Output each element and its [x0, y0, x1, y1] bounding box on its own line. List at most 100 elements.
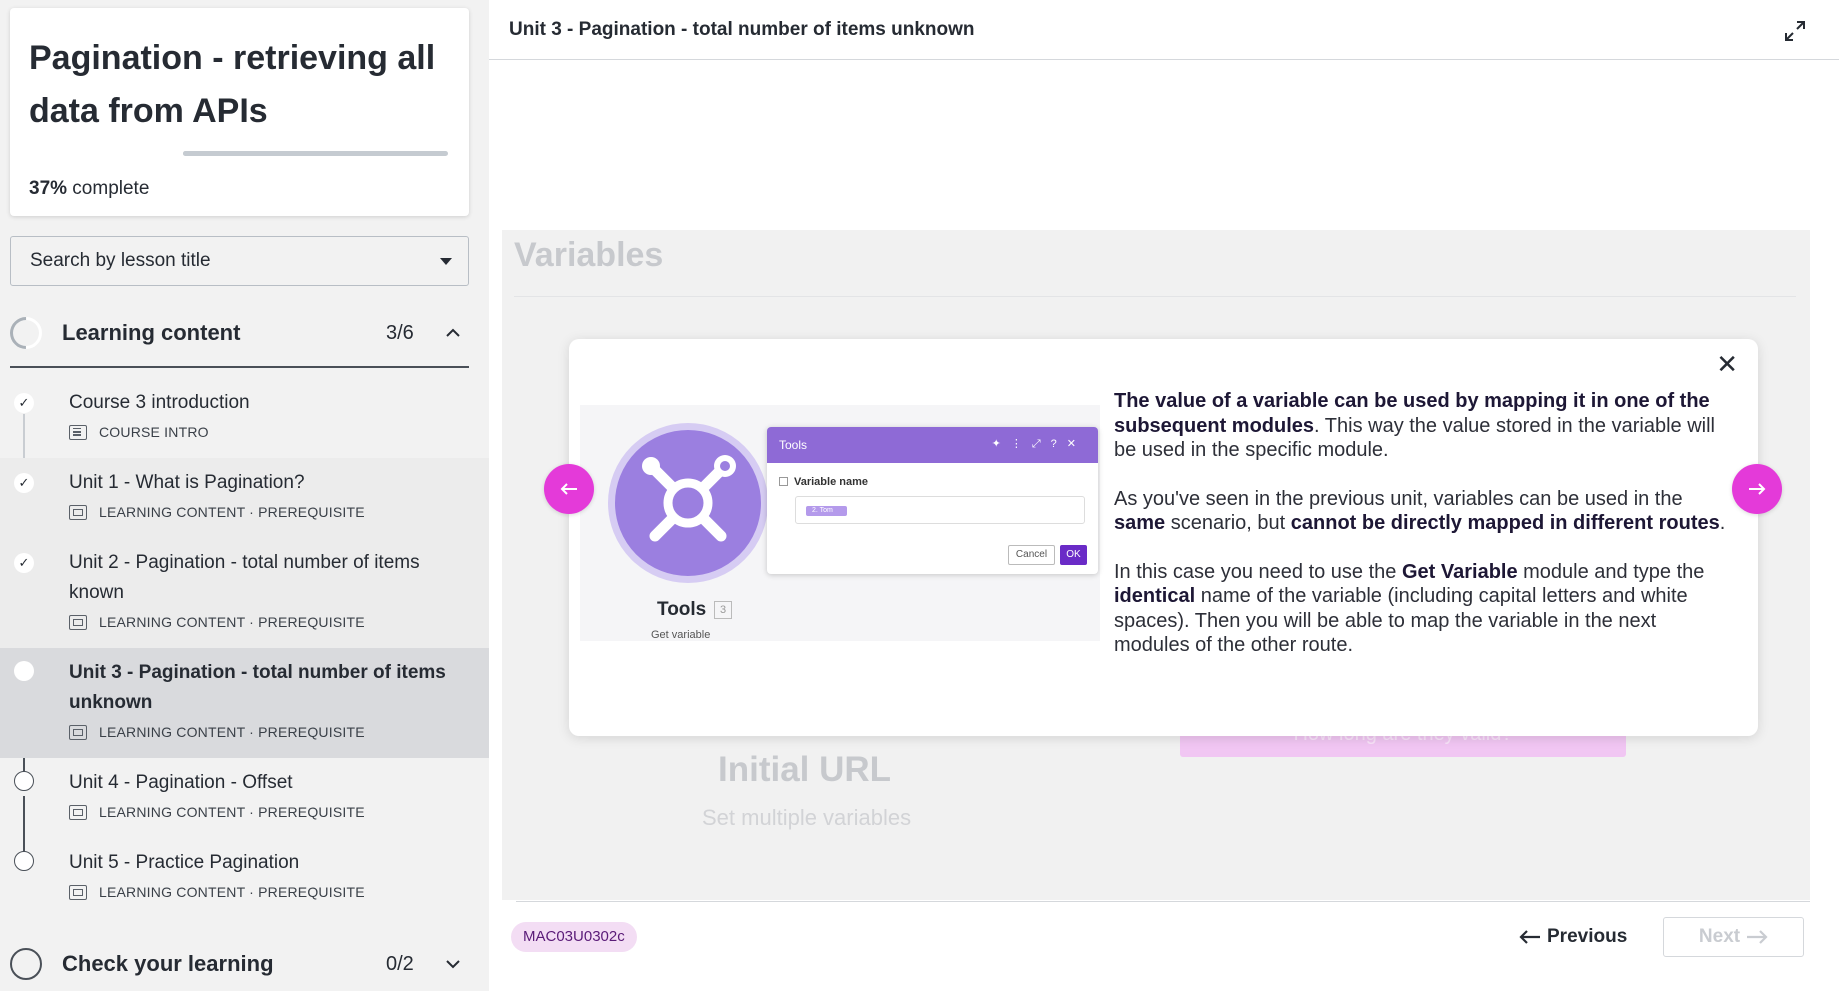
expand-icon[interactable] [1784, 20, 1806, 42]
section-label: Check your learning [62, 951, 274, 976]
check-icon: ✓ [14, 473, 34, 493]
popup-paragraph: As you've seen in the previous unit, var… [1114, 487, 1734, 536]
lesson-meta: LEARNING CONTENT · PREREQUISITE [69, 614, 365, 630]
slides-icon [69, 804, 87, 820]
lesson-item[interactable]: Unit 4 - Pagination - Offset LEARNING CO… [0, 758, 489, 838]
lesson-meta-text: LEARNING CONTENT · PREREQUISITE [99, 504, 365, 520]
section-check-your-learning[interactable]: Check your learning 0/2 [0, 934, 489, 991]
slides-icon [69, 884, 87, 900]
chevron-down-icon[interactable] [445, 956, 461, 972]
check-icon: ✓ [14, 393, 34, 413]
next-button[interactable]: Next [1663, 917, 1804, 957]
module-label: Tools [657, 599, 707, 620]
dialog-header: Tools ✦⋮⤢?✕ [767, 427, 1098, 463]
lesson-header: Unit 3 - Pagination - total number of it… [489, 0, 1839, 60]
caret-down-icon [440, 258, 452, 265]
slides-icon [69, 504, 87, 520]
popup-paragraph: In this case you need to use the Get Var… [1114, 560, 1734, 658]
section-divider [10, 366, 469, 368]
progress-bar-fill [183, 151, 282, 156]
popup-text-span: module and type the [1517, 560, 1705, 583]
lesson-title: Unit 4 - Pagination - Offset [69, 772, 293, 793]
checkbox-icon [779, 477, 788, 486]
slides-icon [69, 614, 87, 630]
popup-next-button[interactable] [1732, 464, 1782, 514]
initial-url-heading: Initial URL [718, 750, 892, 789]
popup-text: The value of a variable can be used by m… [1114, 389, 1734, 682]
section-learning-content[interactable]: Learning content 3/6 [0, 303, 489, 363]
module-illustration: Tools 3 Get variable Tools ✦⋮⤢?✕ Variabl… [580, 405, 1100, 641]
lesson-meta: LEARNING CONTENT · PREREQUISITE [69, 724, 365, 740]
field-label-text: Variable name [794, 476, 868, 488]
progress-ring-icon [10, 948, 42, 980]
info-popup: ✕ Tools 3 Get variable Tools ✦⋮⤢?✕ Varia… [569, 339, 1758, 736]
dialog-ok-button: OK [1060, 545, 1087, 565]
search-placeholder: Search by lesson title [30, 250, 211, 271]
dialog-cancel-button: Cancel [1008, 545, 1055, 565]
footer-divider [516, 901, 1810, 902]
module-number: 3 [714, 601, 732, 619]
lesson-meta: LEARNING CONTENT · PREREQUISITE [69, 504, 365, 520]
lesson-meta-text: LEARNING CONTENT · PREREQUISITE [99, 724, 365, 740]
chevron-up-icon[interactable] [445, 325, 461, 341]
progress-bar [183, 151, 448, 156]
lesson-item[interactable]: ✓ Course 3 introduction COURSE INTRO [0, 378, 489, 458]
lesson-title: Unit 3 - Pagination - total number of it… [69, 662, 446, 713]
arrow-left-icon [560, 483, 577, 495]
lesson-code-badge: MAC03U0302c [511, 922, 637, 952]
progress-suffix: complete [67, 178, 150, 199]
sidebar: Pagination - retrieving all data from AP… [0, 0, 489, 991]
lesson-meta-text: LEARNING CONTENT · PREREQUISITE [99, 884, 365, 900]
previous-button[interactable]: Previous [1519, 920, 1627, 954]
module-settings-dialog: Tools ✦⋮⤢?✕ Variable name 2. Tom Cancel … [767, 427, 1098, 574]
lesson-title: Course 3 introduction [69, 392, 250, 413]
lesson-item[interactable]: Unit 5 - Practice Pagination LEARNING CO… [0, 838, 489, 918]
section-label: Learning content [62, 320, 241, 345]
slides-icon [69, 724, 87, 740]
lesson-item[interactable]: ✓ Unit 2 - Pagination - total number of … [0, 538, 489, 648]
check-icon: ✓ [14, 553, 34, 573]
lesson-item[interactable]: ✓ Unit 1 - What is Pagination? LEARNING … [0, 458, 489, 538]
progress-ring-icon [3, 310, 49, 356]
lesson-meta-text: LEARNING CONTENT · PREREQUISITE [99, 614, 365, 630]
popup-text-span: scenario, but [1165, 512, 1291, 534]
popup-previous-button[interactable] [544, 464, 594, 514]
module-sub: Get variable [651, 629, 711, 641]
lesson-item-current[interactable]: Unit 3 - Pagination - total number of it… [0, 648, 489, 758]
incomplete-circle-icon [14, 771, 34, 791]
progress-text: 37% complete [29, 178, 149, 200]
lesson-title: Unit 2 - Pagination - total number of it… [69, 552, 420, 603]
lesson-meta: LEARNING CONTENT · PREREQUISITE [69, 884, 365, 900]
popup-bold-text: cannot be directly mapped in different r… [1290, 512, 1720, 534]
popup-text-span: As you've seen in the previous unit, var… [1114, 487, 1683, 510]
mapped-pill: 2. Tom [806, 506, 847, 516]
course-card: Pagination - retrieving all data from AP… [10, 8, 469, 216]
dialog-toolbar-icons: ✦⋮⤢?✕ [991, 438, 1086, 450]
lesson-header-title: Unit 3 - Pagination - total number of it… [509, 18, 975, 40]
popup-text-span: name of the variable (including capital … [1114, 585, 1688, 656]
previous-label: Previous [1547, 926, 1628, 947]
wrench-screwdriver-icon [642, 455, 736, 542]
lesson-search-select[interactable]: Search by lesson title [10, 236, 469, 286]
lesson-meta-text: LEARNING CONTENT · PREREQUISITE [99, 804, 365, 820]
lesson-meta: COURSE INTRO [69, 424, 209, 440]
stage-title: Variables [514, 236, 664, 274]
progress-percent: 37% [29, 178, 68, 199]
section-count: 3/6 [386, 321, 414, 344]
lesson-title: Unit 1 - What is Pagination? [69, 472, 305, 493]
next-label: Next [1698, 926, 1741, 947]
popup-text-span: . [1719, 512, 1726, 534]
popup-bold-text: identical [1114, 585, 1196, 607]
variable-name-input: 2. Tom [795, 496, 1085, 524]
tools-module-icon [608, 423, 768, 583]
doc-icon [69, 424, 87, 440]
stage-divider [514, 296, 1796, 297]
lesson-title: Unit 5 - Practice Pagination [69, 852, 300, 873]
current-lesson-dot-icon [14, 661, 34, 681]
section-count: 0/2 [386, 952, 414, 975]
lesson-meta: LEARNING CONTENT · PREREQUISITE [69, 804, 365, 820]
close-icon[interactable]: ✕ [1716, 349, 1738, 380]
popup-bold-text: Get Variable [1401, 560, 1518, 583]
field-label: Variable name [779, 476, 868, 488]
arrow-right-icon [1747, 930, 1768, 944]
